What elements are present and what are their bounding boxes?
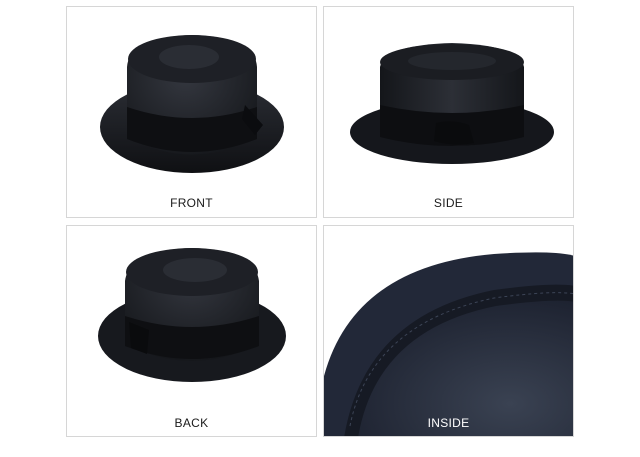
hat-back-image (98, 248, 286, 382)
page-bottom-strip (0, 445, 640, 457)
hat-inside-image (324, 226, 573, 436)
photo-panel-side[interactable]: SIDE (323, 6, 574, 218)
photo-panel-back[interactable]: BACK (66, 225, 317, 437)
panel-label-front: FRONT (170, 196, 213, 210)
panel-label-side: SIDE (433, 196, 464, 210)
panel-label-inside: INSIDE (427, 416, 470, 430)
panel-label-back: BACK (174, 416, 209, 430)
hat-side-image (350, 43, 554, 164)
photo-panel-inside[interactable]: INSIDE (323, 225, 574, 437)
hat-front-image (100, 35, 284, 173)
photo-panel-front[interactable]: FRONT (66, 6, 317, 218)
